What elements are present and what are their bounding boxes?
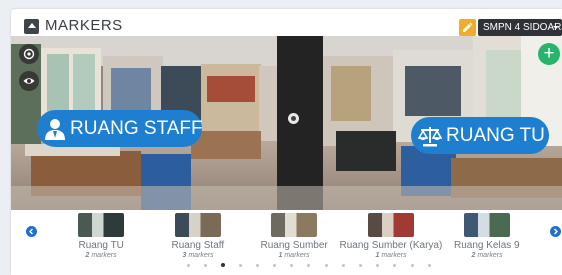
pencil-icon <box>463 22 473 32</box>
marker-count: 1 markers <box>376 252 407 259</box>
page-dot[interactable] <box>324 264 328 267</box>
page-dot[interactable] <box>187 264 190 267</box>
page-dot[interactable] <box>376 264 380 267</box>
eye-icon <box>23 78 35 84</box>
page-title: MARKERS <box>45 17 123 34</box>
thumbnail-image <box>175 213 221 237</box>
thumbnail-image <box>368 213 414 237</box>
school-select-label: SMPN 4 SIDOARJO <box>483 22 562 33</box>
carousel-next-button[interactable] <box>550 226 561 237</box>
chevron-left-icon <box>29 228 33 235</box>
page-dot[interactable] <box>273 264 276 267</box>
user-icon <box>45 119 65 140</box>
chevron-right-icon <box>554 228 558 235</box>
plus-icon: + <box>543 43 555 64</box>
target-button[interactable] <box>19 44 39 64</box>
scene-name: Ruang Sumber <box>260 240 328 251</box>
scene-name: Ruang Kelas 9 <box>454 240 520 251</box>
hotspot-label: RUANG TU <box>446 125 545 146</box>
marker-count-unit: markers <box>186 252 214 259</box>
scene-name: Ruang Sumber (Karya) <box>339 240 443 251</box>
scene-name: Ruang Staff <box>171 240 225 251</box>
add-marker-button[interactable]: + <box>538 43 560 65</box>
marker-count: 2 markers <box>472 252 503 259</box>
eye-button[interactable] <box>19 71 39 91</box>
page-dot[interactable] <box>307 264 311 267</box>
marker-count: 1 markers <box>279 252 310 259</box>
marker-count-unit: markers <box>89 252 117 259</box>
marker-count: 2 markers <box>86 252 117 259</box>
thumbnail-image <box>464 213 510 237</box>
school-select[interactable]: SMPN 4 SIDOARJO <box>478 19 562 36</box>
scene-name: Ruang TU <box>78 240 124 251</box>
page-dot[interactable] <box>204 264 208 267</box>
hotspot-ruang-tu[interactable]: RUANG TU <box>411 117 549 154</box>
page-dot[interactable] <box>290 264 294 267</box>
marker-count-unit: markers <box>379 252 407 259</box>
caret-down-icon <box>553 26 559 29</box>
carousel-prev-button[interactable] <box>26 226 37 237</box>
hotspot-ruang-staff[interactable]: RUANG STAFF <box>37 110 203 147</box>
image-icon <box>24 19 39 34</box>
edit-button[interactable] <box>459 19 476 36</box>
marker-count: 3 markers <box>183 252 214 259</box>
page-dot[interactable] <box>427 264 431 267</box>
thumbnail-image <box>78 213 124 237</box>
marker-count-unit: markers <box>475 252 503 259</box>
scale-icon <box>418 127 442 147</box>
panorama-viewer[interactable]: + RUANG STAFF RUANG TU <box>11 36 562 210</box>
page-dot[interactable] <box>393 264 397 267</box>
page-dot[interactable] <box>238 264 242 267</box>
page-dot[interactable] <box>255 264 259 267</box>
target-icon <box>23 48 35 60</box>
center-reticle <box>288 113 299 124</box>
marker-count-unit: markers <box>282 252 310 259</box>
page-dot[interactable] <box>221 263 226 267</box>
page-dot[interactable] <box>359 264 362 267</box>
scene-carousel: Ruang TU 2 markers Ruang Staff 3 markers Rua… <box>11 210 562 275</box>
page-dot[interactable] <box>410 264 414 267</box>
hotspot-label: RUANG STAFF <box>70 118 203 139</box>
page-dot[interactable] <box>341 264 345 267</box>
thumbnail-image <box>271 213 317 237</box>
